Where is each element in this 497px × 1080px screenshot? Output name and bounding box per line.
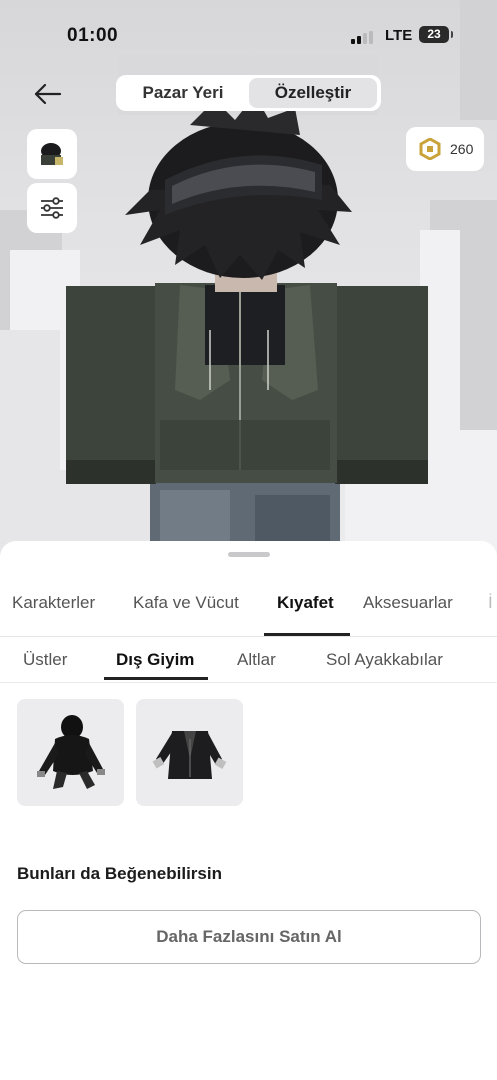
arrow-left-icon — [34, 83, 62, 105]
puffer-hoodie-thumbnail — [37, 715, 105, 789]
subtab-left-shoes[interactable]: Sol Ayakkabılar — [326, 650, 443, 670]
status-bar: 01:00 LTE 23 — [0, 22, 497, 52]
robux-icon — [419, 138, 441, 160]
open-jacket-thumbnail — [152, 731, 227, 779]
tab-accessories[interactable]: Aksesuarlar — [363, 593, 453, 613]
tab-customize[interactable]: Özelleştir — [249, 78, 377, 108]
tab-marketplace[interactable]: Pazar Yeri — [119, 78, 247, 108]
status-time: 01:00 — [67, 25, 119, 46]
sheet-drag-handle[interactable] — [228, 552, 270, 557]
subtab-bottoms[interactable]: Altlar — [237, 650, 276, 670]
active-subtab-indicator — [104, 677, 208, 680]
network-label: LTE — [385, 27, 413, 44]
robux-amount: 260 — [450, 141, 474, 157]
avatar-thumbnail-icon — [41, 143, 63, 165]
item-tile-open-jacket[interactable] — [136, 699, 243, 806]
battery-icon: 23 — [419, 26, 453, 43]
subtab-outerwear[interactable]: Dış Giyim — [116, 650, 194, 670]
tab-clothing[interactable]: Kıyafet — [277, 593, 334, 613]
category-tabs: Karakterler Kafa ve Vücut Kıyafet Aksesu… — [0, 583, 497, 637]
recommendations-title: Bunları da Beğenebilirsin — [17, 864, 222, 883]
filter-button[interactable] — [27, 183, 77, 233]
mode-segmented-control: Pazar Yeri Özelleştir — [116, 75, 381, 111]
tab-characters[interactable]: Karakterler — [12, 593, 95, 613]
buy-more-button[interactable]: Daha Fazlasını Satın Al — [17, 910, 481, 964]
avatar-preview-scene[interactable]: 01:00 LTE 23 Pazar Yeri Özelleştir 260 — [0, 0, 497, 565]
tab-overflow[interactable]: İ — [488, 593, 493, 613]
subcategory-tabs: Üstler Dış Giyim Altlar Sol Ayakkabılar — [0, 637, 497, 683]
signal-icon — [351, 31, 375, 44]
robux-balance[interactable]: 260 — [406, 127, 484, 171]
avatar-thumbnail-button[interactable] — [27, 129, 77, 179]
sliders-icon — [41, 197, 63, 219]
tab-head-body[interactable]: Kafa ve Vücut — [133, 593, 239, 613]
back-button[interactable] — [32, 80, 64, 108]
subtab-tops[interactable]: Üstler — [23, 650, 67, 670]
battery-level: 23 — [427, 27, 441, 41]
customize-sheet: Karakterler Kafa ve Vücut Kıyafet Aksesu… — [0, 541, 497, 1080]
active-tab-indicator — [264, 633, 350, 636]
item-tile-puffer-hoodie[interactable] — [17, 699, 124, 806]
